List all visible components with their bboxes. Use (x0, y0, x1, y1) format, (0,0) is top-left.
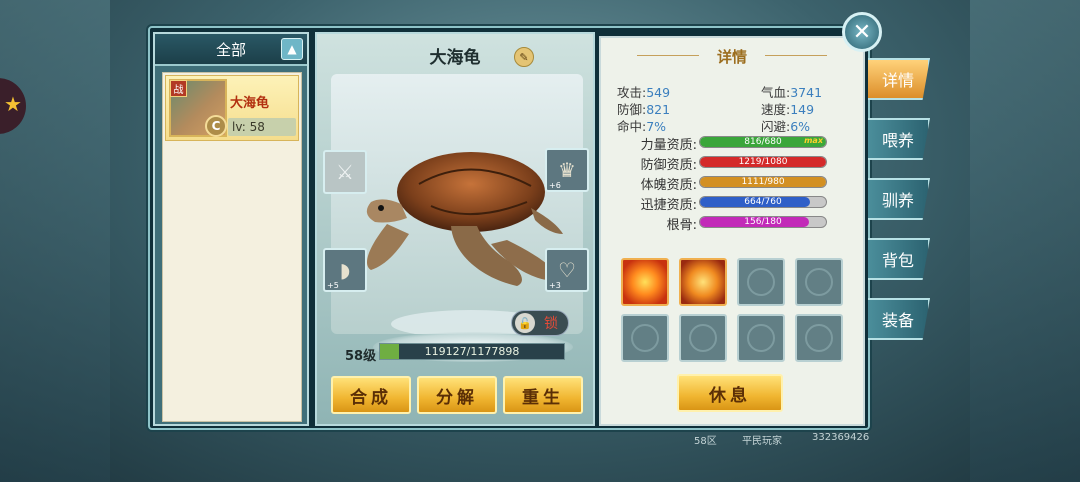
lock-icon: 🔓 (515, 313, 535, 333)
bracer-slot[interactable]: ◗ +5 (323, 248, 367, 292)
empty-skill-slot[interactable] (679, 314, 727, 362)
armor-icon: ⚔ (336, 160, 354, 184)
empty-skill-slot[interactable] (737, 314, 785, 362)
empty-skill-slot[interactable] (795, 258, 843, 306)
aptitude-bar: 816/680 max (699, 136, 827, 148)
exp-bar: 119127/1177898 (379, 343, 565, 360)
aptitude-label: 根骨: (666, 218, 697, 233)
aptitude-label: 体魄资质: (640, 178, 697, 193)
pet-name-title: 大海龟 (429, 47, 481, 68)
aptitude-value: 664/760 (744, 197, 782, 207)
flame-shield-skill-icon[interactable] (679, 258, 727, 306)
aptitude-bar: 664/760 (699, 196, 827, 208)
armor-slot[interactable]: ⚔ (323, 150, 367, 194)
pet-list-name: 大海龟 (230, 96, 270, 111)
aptitude-bar: 1219/1080 (699, 156, 827, 168)
level-label: 58级 (345, 349, 377, 364)
helmet-icon: ♛ (558, 158, 576, 182)
detail-title: 详情 (716, 48, 747, 66)
stat-dodge: 闪避:6% (761, 119, 811, 134)
pet-display-panel: 大海龟 ✎ ⚔ ♛ +6 ◗ +5 ♡ +3 🔓 锁 58级 119127/11… (315, 32, 595, 426)
background-pillar (0, 0, 110, 482)
aptitude-value: 156/180 (744, 217, 782, 227)
aptitude-label: 力量资质: (640, 138, 697, 153)
rebirth-button[interactable]: 重生 (503, 376, 583, 414)
close-icon: ✕ (852, 19, 872, 45)
tab-bag[interactable]: 背包 (868, 238, 930, 280)
pet-list-level: lv: 58 (228, 118, 296, 136)
aptitude-label: 迅捷资质: (640, 198, 697, 213)
rest-button[interactable]: 休息 (677, 374, 783, 412)
slot-level: +6 (549, 181, 561, 190)
tab-equipment[interactable]: 装备 (868, 298, 930, 340)
pet-list-panel: 全部 ▲ 战 C 大海龟 lv: 58 (153, 32, 309, 426)
combine-button[interactable]: 合成 (331, 376, 411, 414)
list-item[interactable]: 战 C 大海龟 lv: 58 (165, 75, 299, 141)
empty-skill-slot[interactable] (621, 314, 669, 362)
server-label: 58区 (694, 436, 717, 447)
bracer-icon: ◗ (339, 258, 351, 282)
background-pillar (970, 0, 1080, 482)
necklace-slot[interactable]: ♡ +3 (545, 248, 589, 292)
aptitude-label: 防御资质: (640, 158, 697, 173)
exp-text: 119127/1177898 (424, 345, 520, 358)
turtle-model (366, 152, 563, 338)
aptitude-bar: 156/180 (699, 216, 827, 228)
tab-details[interactable]: 详情 (868, 58, 930, 100)
battle-badge: 战 (170, 80, 187, 97)
decompose-button[interactable]: 分解 (417, 376, 497, 414)
pet-stage (331, 74, 583, 362)
empty-skill-slot[interactable] (795, 314, 843, 362)
tab-train[interactable]: 驯养 (868, 178, 930, 220)
player-role: 平民玩家 (742, 436, 782, 447)
detail-panel: 详情 攻击:549 气血:3741 防御:821 速度:149 命中:7% 闪避… (599, 36, 865, 426)
grade-badge: C (205, 115, 227, 137)
chevron-up-icon[interactable]: ▲ (281, 38, 303, 60)
max-tag: max (804, 136, 823, 145)
lock-button[interactable]: 🔓 锁 (511, 310, 569, 336)
stat-hit: 命中:7% (617, 119, 667, 134)
tab-feed[interactable]: 喂养 (868, 118, 930, 160)
filter-dropdown[interactable]: 全部 ▲ (155, 34, 307, 66)
filter-label: 全部 (215, 40, 246, 59)
aptitude-bar: 1111/980 (699, 176, 827, 188)
edit-name-icon[interactable]: ✎ (514, 47, 534, 67)
lock-label: 锁 (544, 316, 558, 332)
turtle-avatar: 战 C (169, 79, 227, 137)
close-button[interactable]: ✕ (842, 12, 882, 52)
necklace-icon: ♡ (558, 258, 576, 282)
fire-skill-icon[interactable] (621, 258, 669, 306)
helmet-slot[interactable]: ♛ +6 (545, 148, 589, 192)
aptitude-value: 1219/1080 (738, 157, 788, 167)
aptitude-value: 1111/980 (741, 177, 785, 187)
slot-level: +3 (549, 281, 561, 290)
pet-list: 战 C 大海龟 lv: 58 (162, 72, 302, 422)
player-id: 332369426 (812, 432, 870, 443)
slot-level: +5 (327, 281, 339, 290)
empty-skill-slot[interactable] (737, 258, 785, 306)
